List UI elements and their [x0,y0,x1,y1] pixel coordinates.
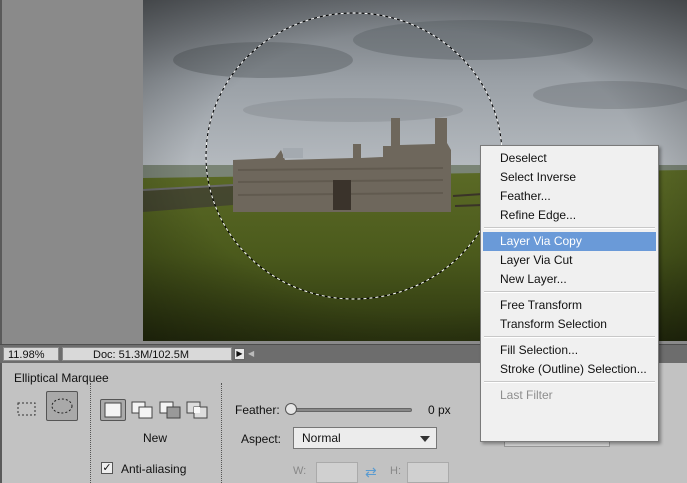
menu-separator [484,227,655,229]
menu-separator [484,291,655,293]
feather-value: 0 px [428,403,451,417]
anti-aliasing-checkbox[interactable]: ✓ [101,462,113,474]
width-input[interactable] [316,462,358,483]
menu-item-new-layer[interactable]: New Layer... [483,270,656,289]
feather-slider-thumb[interactable] [285,403,297,415]
height-input[interactable] [407,462,449,483]
divider [90,383,91,483]
anti-aliasing-label: Anti-aliasing [121,462,187,476]
intersect-selection-icon[interactable] [185,399,211,421]
menu-item-refine-edge[interactable]: Refine Edge... [483,206,656,225]
add-to-selection-icon[interactable] [130,399,156,421]
menu-separator [484,381,655,383]
feather-slider[interactable] [290,408,412,412]
menu-item-feather[interactable]: Feather... [483,187,656,206]
new-selection-icon [104,402,122,418]
tool-name-label: Elliptical Marquee [14,371,109,385]
scroll-left-arrow-icon[interactable]: ◀ [248,348,258,360]
height-label: H: [390,465,401,477]
chevron-down-icon [420,436,430,442]
width-label: W: [293,465,307,477]
menu-item-layer-via-cut[interactable]: Layer Via Cut [483,251,656,270]
menu-item-free-transform[interactable]: Free Transform [483,296,656,315]
context-menu: Deselect Select Inverse Feather... Refine E… [480,145,659,442]
divider [221,383,222,483]
menu-separator [484,336,655,338]
elliptical-marquee-icon [51,398,73,414]
menu-item-fill-selection[interactable]: Fill Selection... [483,341,656,360]
menu-item-select-inverse[interactable]: Select Inverse [483,168,656,187]
aspect-select[interactable]: Normal [293,427,437,449]
status-menu-arrow-icon[interactable]: ▶ [234,348,245,360]
subtract-from-selection-icon[interactable] [158,399,184,421]
aspect-label: Aspect: [241,432,282,446]
new-selection-button[interactable] [100,399,126,421]
menu-item-last-filter: Last Filter [500,388,553,402]
document-size-info: Doc: 51.3M/102.5M [62,347,232,361]
menu-item-stroke-outline-selection[interactable]: Stroke (Outline) Selection... [483,360,656,379]
zoom-level[interactable]: 11.98% [3,347,59,361]
menu-item-layer-via-copy[interactable]: Layer Via Copy [483,232,656,251]
menu-item-deselect[interactable]: Deselect [483,149,656,168]
selection-mode-label: New [143,431,168,445]
feather-label: Feather: [235,403,280,417]
menu-item-transform-selection[interactable]: Transform Selection [483,315,656,334]
rectangular-marquee-icon[interactable] [16,399,38,419]
aspect-select-value: Normal [302,431,341,445]
swap-dimensions-icon[interactable]: ⇄ [365,464,377,481]
elliptical-marquee-button[interactable] [46,391,78,421]
